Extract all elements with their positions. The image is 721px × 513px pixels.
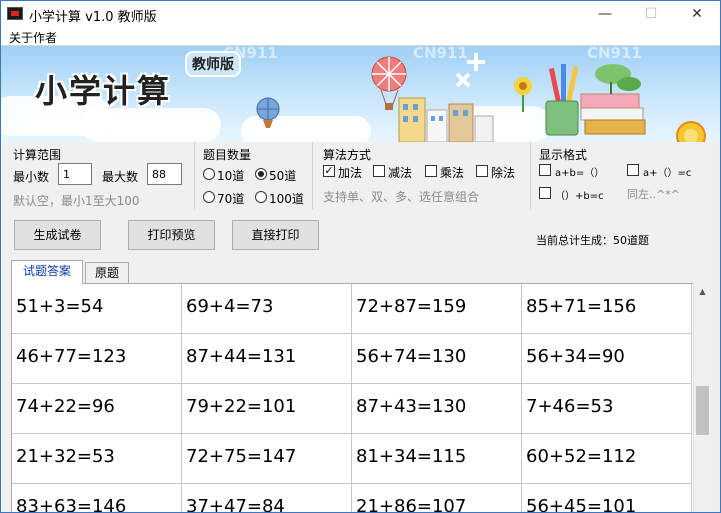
window-title: 小学计算 v1.0 教师版: [29, 10, 157, 25]
count-label-100[interactable]: 100道: [269, 190, 304, 207]
addition-label[interactable]: 加法: [338, 164, 362, 181]
format-checkbox-3[interactable]: [539, 187, 551, 199]
tab-answers[interactable]: 试题答案: [11, 260, 83, 284]
pencil-cup-icon: [545, 64, 579, 136]
print-button[interactable]: 直接打印: [232, 220, 319, 250]
buildings-icon: [398, 97, 494, 142]
operations-hint: 支持单、双、多、选任意组合: [323, 190, 480, 204]
max-label: 最大数: [102, 170, 139, 184]
table-cell: 56+74=130: [352, 334, 522, 384]
format-checkbox-2[interactable]: [627, 164, 639, 176]
table-cell: 79+22=101: [182, 384, 352, 434]
table-cell: 37+47=84: [182, 484, 352, 512]
vertical-scrollbar[interactable]: ▲: [693, 283, 711, 512]
min-number-input[interactable]: 1: [58, 163, 92, 185]
balloon-icon: [256, 97, 280, 128]
banner-edition-badge: 教师版: [185, 51, 241, 77]
table-cell: 60+52=112: [522, 434, 692, 484]
app-icon: [7, 7, 23, 20]
format-group-title: 显示格式: [539, 148, 588, 162]
count-radio-50[interactable]: [255, 168, 267, 180]
total-status: 当前总计生成：50道题: [536, 234, 649, 247]
print-preview-button[interactable]: 打印预览: [128, 220, 215, 250]
title-bar: 小学计算 v1.0 教师版 — ☐ ✕: [1, 1, 720, 27]
multiplication-label[interactable]: 乘法: [440, 164, 464, 181]
max-number-input[interactable]: 88: [147, 163, 182, 185]
subtraction-label[interactable]: 减法: [388, 164, 412, 181]
count-label-10[interactable]: 10道: [217, 167, 244, 184]
operations-group-title: 算法方式: [323, 148, 372, 162]
count-label-50[interactable]: 50道: [269, 167, 296, 184]
count-group: 题目数量 10道 50道 70道 100道: [195, 142, 313, 209]
min-label: 最小数: [13, 170, 50, 184]
table-cell: 21+86=107: [352, 484, 522, 512]
table-cell: 87+44=131: [182, 334, 352, 384]
app-window: 小学计算 v1.0 教师版 — ☐ ✕ 关于作者 CN911 CN911 CN9…: [0, 0, 721, 513]
banner: CN911 CN911 CN911 小学计算 教师版: [1, 46, 720, 142]
format-label-2[interactable]: a+（）=c: [643, 164, 691, 179]
table-cell: 74+22=96: [12, 384, 182, 434]
subtraction-checkbox[interactable]: [373, 165, 385, 177]
division-checkbox[interactable]: [476, 165, 488, 177]
table-cell: 56+34=90: [522, 334, 692, 384]
table-cell: 72+75=147: [182, 434, 352, 484]
format-label-3[interactable]: （）+b=c: [555, 187, 604, 202]
format-label-1[interactable]: a+b=（）: [555, 164, 604, 179]
table-cell: 21+32=53: [12, 434, 182, 484]
count-radio-10[interactable]: [203, 168, 215, 180]
table-cell: 72+87=159: [352, 284, 522, 334]
tab-original[interactable]: 原题: [85, 262, 129, 284]
flower-icon: [514, 77, 532, 112]
division-label[interactable]: 除法: [491, 164, 515, 181]
table-cell: 83+63=146: [12, 484, 182, 512]
table-cell: 7+46=53: [522, 384, 692, 434]
format-group: 显示格式 a+b=（） a+（）=c （）+b=c 同左..^*^: [531, 142, 720, 209]
minimize-button[interactable]: —: [582, 1, 628, 27]
count-radio-70[interactable]: [203, 191, 215, 203]
operations-group: 算法方式 ✓ 加法 减法 乘法 除法 支持单、双、多、选任意组合: [313, 142, 531, 209]
table-cell: 46+77=123: [12, 334, 182, 384]
table-cell: 69+4=73: [182, 284, 352, 334]
table-cell: 87+43=130: [352, 384, 522, 434]
table-cell: 81+34=115: [352, 434, 522, 484]
table-cell: 51+3=54: [12, 284, 182, 334]
close-button[interactable]: ✕: [674, 1, 720, 27]
range-group: 计算范围 最小数 1 最大数 88 默认空，最小1至大100: [1, 142, 195, 209]
format-hint: 同左..^*^: [627, 188, 680, 201]
count-label-70[interactable]: 70道: [217, 190, 244, 207]
menu-bar: 关于作者: [1, 27, 720, 46]
addition-checkbox[interactable]: ✓: [323, 165, 335, 177]
problems-table: 51+3=54 69+4=73 72+87=159 85+71=156 46+77=12…: [11, 283, 693, 512]
table-cell: 85+71=156: [522, 284, 692, 334]
maximize-button[interactable]: ☐: [628, 1, 674, 27]
count-radio-100[interactable]: [255, 191, 267, 203]
range-hint: 默认空，最小1至大100: [13, 194, 140, 208]
format-checkbox-1[interactable]: [539, 164, 551, 176]
range-group-title: 计算范围: [13, 148, 62, 162]
scroll-thumb[interactable]: [696, 386, 709, 435]
menu-item-about[interactable]: 关于作者: [9, 29, 57, 46]
sun-icon: [676, 121, 706, 142]
generate-button[interactable]: 生成试卷: [14, 220, 101, 250]
books-icon: [580, 93, 646, 135]
count-group-title: 题目数量: [203, 148, 252, 162]
plant-icon: [595, 64, 641, 94]
multiplication-checkbox[interactable]: [425, 165, 437, 177]
scroll-up-arrow-icon[interactable]: ▲: [694, 283, 711, 300]
table-cell: 56+45=101: [522, 484, 692, 512]
banner-title: 小学计算: [35, 72, 172, 110]
